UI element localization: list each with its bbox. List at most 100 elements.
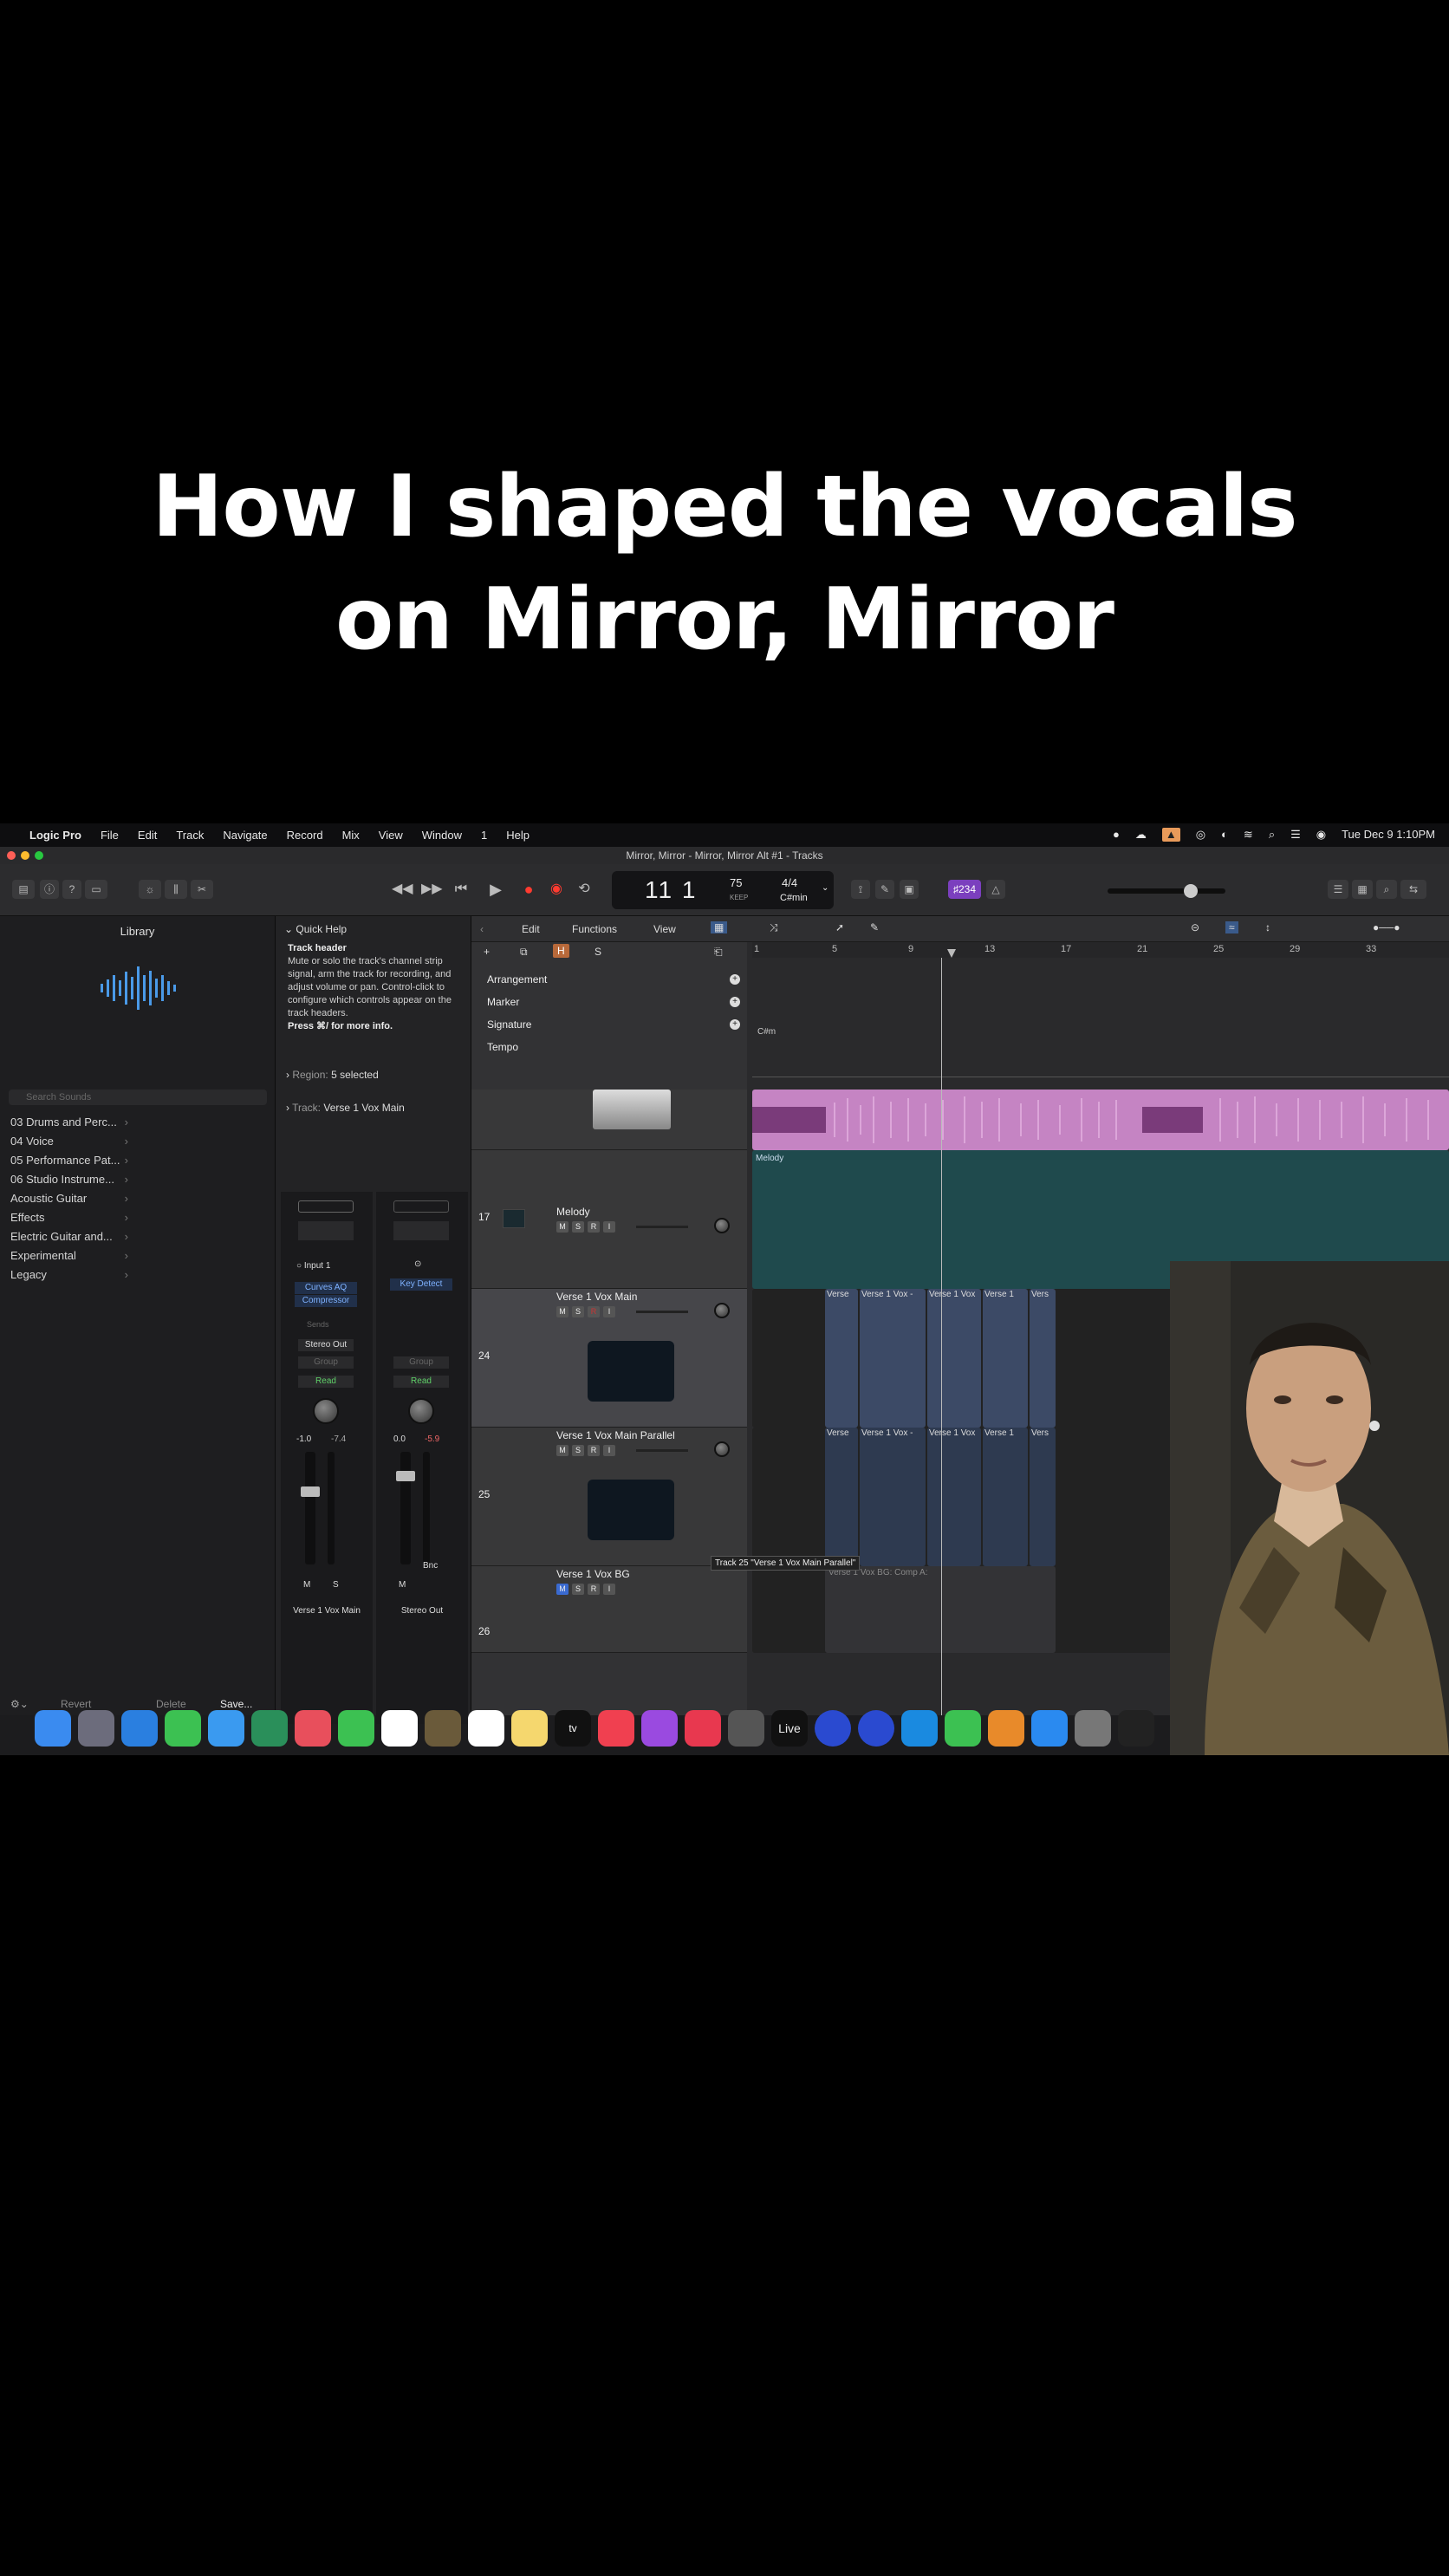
- track-name[interactable]: Melody: [556, 1206, 590, 1218]
- app-store-icon[interactable]: [1031, 1710, 1068, 1747]
- audio-region[interactable]: Verse: [825, 1289, 858, 1428]
- region-inspector[interactable]: › Region: 5 selected: [286, 1069, 379, 1081]
- browsers-icon[interactable]: ⇆: [1400, 880, 1426, 899]
- track-name[interactable]: Verse 1 Vox Main Parallel: [556, 1429, 675, 1441]
- air-icon[interactable]: [1118, 1710, 1154, 1747]
- setting-button[interactable]: [393, 1200, 449, 1213]
- track-name[interactable]: Verse 1 Vox Main: [556, 1291, 637, 1303]
- cycle-icon[interactable]: ⟲: [574, 880, 595, 899]
- count-in-icon[interactable]: ▣: [900, 880, 919, 899]
- add-track-icon[interactable]: +: [484, 946, 490, 958]
- library-item[interactable]: Legacy ›: [0, 1265, 276, 1285]
- zoom-window-button[interactable]: [35, 851, 43, 860]
- duplicate-track-icon[interactable]: ⧉: [520, 946, 528, 959]
- finder-icon[interactable]: [35, 1710, 71, 1747]
- volume-fader[interactable]: [305, 1452, 315, 1564]
- menu-navigate[interactable]: Navigate: [223, 829, 267, 842]
- mute-button[interactable]: M: [303, 1580, 310, 1590]
- capture-record-icon[interactable]: ◉: [546, 880, 567, 899]
- menu-help[interactable]: Help: [506, 829, 530, 842]
- record-enable-button[interactable]: R: [588, 1584, 600, 1595]
- mute-button[interactable]: M: [556, 1584, 569, 1595]
- automation-slot[interactable]: Read: [393, 1376, 449, 1388]
- menu-edit[interactable]: Edit: [138, 829, 157, 842]
- avid-icon[interactable]: [858, 1710, 894, 1747]
- record-enable-button[interactable]: R: [588, 1445, 600, 1456]
- global-track-signature[interactable]: Signature +: [471, 1013, 747, 1036]
- master-volume-slider[interactable]: [1108, 884, 1225, 898]
- add-icon[interactable]: +: [730, 974, 740, 985]
- sync-icon[interactable]: ◎: [1196, 828, 1205, 842]
- grid-icon[interactable]: ▦: [711, 921, 728, 933]
- pro-tools-icon[interactable]: [815, 1710, 851, 1747]
- track-name[interactable]: Verse 1 Vox BG: [556, 1568, 630, 1580]
- pan-knob[interactable]: [714, 1441, 730, 1457]
- library-item[interactable]: Effects ›: [0, 1208, 276, 1227]
- eq-thumbnail[interactable]: [298, 1221, 354, 1240]
- snap-icon[interactable]: ⊝: [1191, 921, 1199, 933]
- bounce-button[interactable]: Bnc: [423, 1561, 438, 1571]
- safari-icon[interactable]: [121, 1710, 158, 1747]
- global-track-arrangement[interactable]: Arrangement +: [471, 968, 747, 991]
- photos-icon[interactable]: [295, 1710, 331, 1747]
- global-track-marker[interactable]: Marker +: [471, 991, 747, 1013]
- fader-cap[interactable]: [301, 1486, 320, 1497]
- facetime-icon[interactable]: [338, 1710, 374, 1747]
- solo-button[interactable]: S: [333, 1580, 339, 1590]
- gear-icon[interactable]: ⚙⌄: [10, 1698, 29, 1710]
- library-item[interactable]: 05 Performance Pat... ›: [0, 1151, 276, 1170]
- play-icon[interactable]: ▶: [485, 880, 506, 899]
- app-menu[interactable]: Logic Pro: [29, 829, 81, 842]
- record-enable-button[interactable]: R: [588, 1221, 600, 1233]
- minimize-window-button[interactable]: [21, 851, 29, 860]
- reminders-icon[interactable]: [468, 1710, 504, 1747]
- pan-knob[interactable]: [714, 1303, 730, 1318]
- automation-slot[interactable]: Read: [298, 1376, 354, 1388]
- track-volume-slider[interactable]: [636, 1449, 688, 1452]
- mute-button[interactable]: M: [556, 1445, 569, 1456]
- close-window-button[interactable]: [7, 851, 16, 860]
- wifi-icon[interactable]: ≋: [1244, 828, 1253, 842]
- input-slot[interactable]: ○ Input 1: [296, 1261, 330, 1271]
- input-monitor-button[interactable]: I: [603, 1584, 615, 1595]
- library-item[interactable]: Electric Guitar and... ›: [0, 1227, 276, 1246]
- quick-help-icon[interactable]: ?: [62, 880, 81, 899]
- pencil-icon[interactable]: ✎: [875, 880, 894, 899]
- mute-button[interactable]: M: [399, 1580, 406, 1590]
- fast-forward-icon[interactable]: ▶▶: [421, 880, 443, 899]
- metronome-icon[interactable]: △: [986, 880, 1005, 899]
- catch-playhead-icon[interactable]: ⎗: [714, 946, 723, 959]
- app-status-icon[interactable]: ▲: [1161, 828, 1180, 842]
- catch-icon[interactable]: ⤨: [770, 921, 778, 934]
- siri-icon[interactable]: ◉: [1316, 828, 1326, 842]
- smart-controls-icon[interactable]: ☼: [139, 880, 161, 899]
- cloud-icon[interactable]: ☁: [1135, 828, 1147, 842]
- eq-thumbnail[interactable]: [393, 1221, 449, 1240]
- mixer-icon[interactable]: ⫼: [165, 880, 187, 899]
- library-item[interactable]: Experimental ›: [0, 1246, 276, 1265]
- audio-region[interactable]: Verse 1 Vox -: [860, 1289, 926, 1428]
- library-toggle-icon[interactable]: ▤: [12, 880, 35, 899]
- music-icon[interactable]: [598, 1710, 634, 1747]
- plugin-slot[interactable]: Key Detect: [390, 1278, 452, 1291]
- input-monitor-button[interactable]: I: [603, 1221, 615, 1233]
- pan-knob[interactable]: [313, 1398, 339, 1424]
- add-icon[interactable]: +: [730, 1019, 740, 1030]
- bar-ruler[interactable]: 1 5 9 13 17 21 25 29 33: [752, 942, 1449, 958]
- menu-1[interactable]: 1: [481, 829, 487, 842]
- pointer-tool-icon[interactable]: ➚: [835, 921, 844, 933]
- output-slot[interactable]: Stereo Out: [298, 1339, 354, 1351]
- logic-pro-icon[interactable]: [728, 1710, 764, 1747]
- rewind-icon[interactable]: ◀◀: [392, 880, 413, 899]
- launchpad-icon[interactable]: [78, 1710, 114, 1747]
- audio-region[interactable]: Verse 1 Vox: [927, 1428, 981, 1566]
- group-slot[interactable]: Group: [298, 1356, 354, 1369]
- quick-help-title[interactable]: ⌄ Quick Help: [276, 916, 471, 942]
- playhead-marker[interactable]: [947, 949, 956, 958]
- notes-icon[interactable]: [511, 1710, 548, 1747]
- lcd-display[interactable]: 11 1 75 KEEP 4/4 C#min ⌄: [612, 871, 834, 909]
- mail-icon[interactable]: [208, 1710, 244, 1747]
- go-to-start-icon[interactable]: ⏮: [451, 880, 471, 899]
- control-center-icon[interactable]: ☰: [1290, 828, 1301, 842]
- library-item[interactable]: 04 Voice ›: [0, 1132, 276, 1151]
